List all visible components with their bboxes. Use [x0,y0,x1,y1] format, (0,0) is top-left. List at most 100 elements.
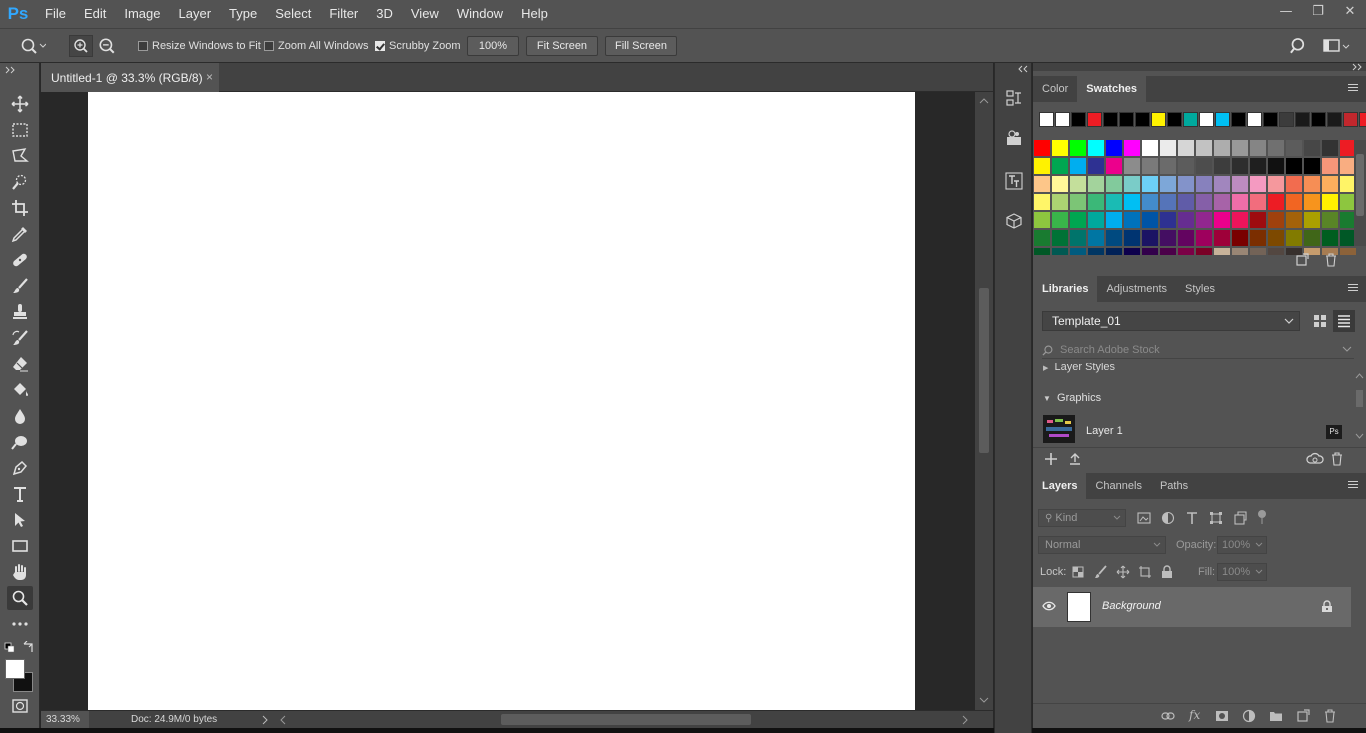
restore-button[interactable]: ❐ [1302,0,1334,22]
swatch[interactable] [1052,212,1068,228]
swatch[interactable] [1142,194,1158,210]
filter-toggle-icon[interactable] [1258,510,1267,524]
visibility-eye-icon[interactable] [1042,600,1056,612]
swatch[interactable] [1106,140,1122,156]
fill-input[interactable]: 100% [1217,563,1267,581]
swatch[interactable] [1088,158,1104,174]
swatches-scroll-thumb[interactable] [1356,154,1364,216]
swatch[interactable] [1106,158,1122,174]
crop-tool[interactable] [7,196,33,220]
collapse-dock-icon[interactable] [1018,65,1028,73]
adjustment-layer-icon[interactable] [1242,709,1256,723]
swatch[interactable] [1304,140,1320,156]
swatch[interactable] [1196,176,1212,192]
swatch[interactable] [1178,140,1194,156]
character-panel-button[interactable] [1002,169,1026,193]
swatch[interactable] [1268,230,1284,246]
new-swatch-icon[interactable] [1295,253,1309,267]
swatch[interactable] [1142,230,1158,246]
swatch[interactable] [1286,158,1302,174]
menu-type[interactable]: Type [220,0,266,28]
zoom-tool[interactable] [7,586,33,610]
healing-brush-tool[interactable] [7,248,33,272]
eyedropper-tool[interactable] [7,222,33,246]
recent-swatch[interactable] [1135,112,1150,127]
horizontal-scroll-thumb[interactable] [501,714,751,725]
cloud-sync-icon[interactable] [1306,452,1324,466]
workspace-button[interactable] [1322,29,1350,63]
swatch[interactable] [1322,230,1338,246]
minimize-button[interactable]: — [1270,0,1302,22]
swatch[interactable] [1088,230,1104,246]
swatch[interactable] [1268,194,1284,210]
swatch[interactable] [1088,176,1104,192]
delete-swatch-icon[interactable] [1324,253,1338,267]
swatch[interactable] [1268,212,1284,228]
swatch[interactable] [1232,212,1248,228]
scroll-left-icon[interactable] [279,715,287,725]
document-canvas[interactable] [88,92,915,710]
graphics-section[interactable]: ▼ Graphics [1043,392,1101,404]
swatch[interactable] [1214,194,1230,210]
zoom-level-readout[interactable]: 33.33% [41,711,89,728]
swatch[interactable] [1268,140,1284,156]
swatch[interactable] [1034,194,1050,210]
tab-libraries[interactable]: Libraries [1033,276,1098,302]
swatch[interactable] [1160,248,1176,255]
status-menu-arrow-icon[interactable] [261,715,269,725]
close-button[interactable]: ✕ [1334,0,1366,22]
swatch[interactable] [1322,212,1338,228]
recent-swatch[interactable] [1279,112,1294,127]
swatch[interactable] [1160,176,1176,192]
tab-swatches[interactable]: Swatches [1077,76,1147,102]
menu-file[interactable]: File [36,0,75,28]
swatch[interactable] [1178,176,1194,192]
tab-paths[interactable]: Paths [1151,473,1197,499]
swatch[interactable] [1106,212,1122,228]
lock-all-icon[interactable] [1160,565,1174,579]
swatch[interactable] [1232,248,1248,255]
scrubby-zoom-check[interactable] [375,41,385,51]
swatch[interactable] [1250,230,1266,246]
swatch[interactable] [1232,230,1248,246]
swatch[interactable] [1250,248,1266,255]
zoom-out-button[interactable] [98,29,116,63]
swatch[interactable] [1124,212,1140,228]
swatch[interactable] [1250,176,1266,192]
swatch[interactable] [1124,194,1140,210]
history-panel-button[interactable] [1002,86,1026,110]
swatch[interactable] [1178,212,1194,228]
collapse-panels-icon[interactable] [1352,63,1362,71]
tab-channels[interactable]: Channels [1086,473,1150,499]
swatch[interactable] [1214,140,1230,156]
swatch[interactable] [1196,140,1212,156]
menu-filter[interactable]: Filter [320,0,367,28]
resize-windows-checkbox[interactable]: Resize Windows to Fit [138,29,261,63]
swatch[interactable] [1106,230,1122,246]
lock-position-icon[interactable] [1116,565,1130,579]
collapse-toolbar-icon[interactable] [5,66,17,74]
swatch[interactable] [1286,176,1302,192]
library-item-name[interactable]: Layer 1 [1086,425,1123,437]
vertical-scrollbar[interactable] [975,92,993,710]
swatch[interactable] [1214,248,1230,255]
swatch[interactable] [1322,140,1338,156]
recent-swatch[interactable] [1055,112,1070,127]
close-document-icon[interactable]: × [206,70,213,84]
zoom-all-windows-checkbox[interactable]: Zoom All Windows [264,29,368,63]
swatch[interactable] [1214,176,1230,192]
lock-artboard-icon[interactable] [1138,565,1152,579]
swatch[interactable] [1196,158,1212,174]
filter-adjustment-icon[interactable] [1161,511,1175,525]
swatch[interactable] [1286,194,1302,210]
swatch[interactable] [1070,158,1086,174]
path-selection-tool[interactable] [7,508,33,532]
recent-swatch[interactable] [1343,112,1358,127]
menu-3d[interactable]: 3D [367,0,402,28]
delete-library-item-icon[interactable] [1330,452,1344,466]
swatch[interactable] [1250,212,1266,228]
filter-pixel-icon[interactable] [1137,511,1151,525]
swatch[interactable] [1142,158,1158,174]
swatch[interactable] [1052,248,1068,255]
swatch[interactable] [1304,176,1320,192]
